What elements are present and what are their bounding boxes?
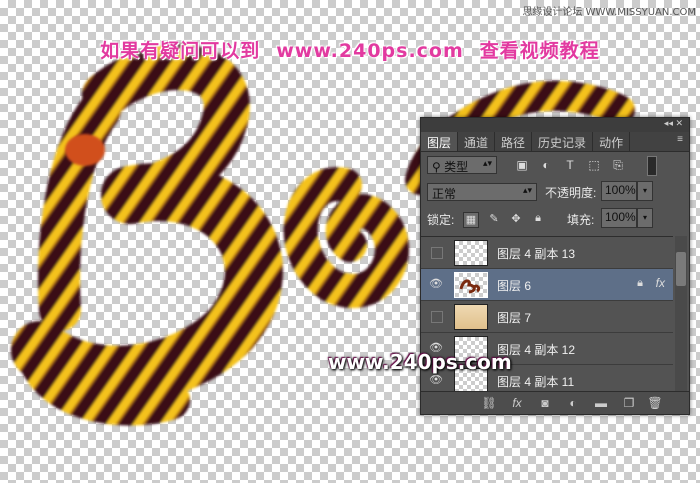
new-layer-icon[interactable]: ❐ xyxy=(621,395,637,411)
lock-pixels-icon[interactable]: ✎ xyxy=(487,212,501,226)
eye-icon[interactable]: 👁︎ xyxy=(429,278,443,290)
panel-menu-icon[interactable]: ≡ xyxy=(671,132,689,151)
adjustment-icon[interactable]: ◐ xyxy=(539,158,553,172)
panel-bottom-toolbar: ⛓ fx ◙ ◐ ▬ ❐ 🗑︎ xyxy=(421,391,689,414)
filter-toggle[interactable] xyxy=(647,156,657,176)
tab-paths[interactable]: 路径 xyxy=(495,132,533,151)
eye-icon[interactable]: 👁︎ xyxy=(429,374,443,386)
folder-icon[interactable]: ▬ xyxy=(593,395,609,411)
adjustment-layer-icon[interactable]: ◐ xyxy=(565,395,581,411)
fx-icon[interactable]: fx xyxy=(509,395,525,411)
link-icon[interactable]: ⛓ xyxy=(481,395,497,411)
lock-all-icon[interactable]: 🔒︎ xyxy=(531,212,545,226)
blend-mode-select[interactable]: 正常 ▴▾ xyxy=(427,183,537,201)
fill-label: 填充: xyxy=(567,213,595,227)
smart-object-icon[interactable]: ⎘ xyxy=(611,158,625,172)
fill-input[interactable]: 100% xyxy=(601,208,637,228)
filter-row: ⚲ 类型 ▴▾ ▣ ◐ T ⬚ ⎘ xyxy=(421,152,689,179)
site-corner-label: 思缘设计论坛 WWW.MISSYUAN.COM xyxy=(522,7,696,18)
layer-name[interactable]: 图层 4 副本 11 xyxy=(497,373,574,390)
select-arrow-icon: ▴▾ xyxy=(522,185,532,195)
panel-tabs: 图层 通道 路径 历史记录 动作 ≡ xyxy=(421,132,689,152)
layers-scrollbar[interactable] xyxy=(675,236,687,392)
banner-right-text: 查看视频教程 xyxy=(479,40,600,62)
shape-icon[interactable]: ⬚ xyxy=(587,158,601,172)
tutorial-banner: 如果有疑问可以到 www.240ps.com 查看视频教程 xyxy=(0,36,700,63)
watermark-url: www.240ps.com xyxy=(328,350,512,374)
layer-name[interactable]: 图层 7 xyxy=(497,309,531,326)
lock-row: 锁定: ▦ ✎ ✥ 🔒︎ 填充: 100% ▾ xyxy=(421,206,689,233)
opacity-input[interactable]: 100% xyxy=(601,181,637,201)
fx-icon[interactable]: fx xyxy=(656,276,665,290)
banner-left-text: 如果有疑问可以到 xyxy=(100,40,261,62)
art-thumbnail-image xyxy=(459,279,481,294)
fill-dropdown-icon[interactable]: ▾ xyxy=(637,208,653,228)
scrollbar-thumb[interactable] xyxy=(676,252,686,286)
tab-channels[interactable]: 通道 xyxy=(458,132,496,151)
image-icon[interactable]: ▣ xyxy=(515,158,529,172)
visibility-toggle-off[interactable] xyxy=(431,247,443,259)
tab-layers[interactable]: 图层 xyxy=(421,132,459,151)
lock-label: 锁定: xyxy=(427,213,455,227)
visibility-toggle-off[interactable] xyxy=(431,311,443,323)
opacity-dropdown-icon[interactable]: ▾ xyxy=(637,181,653,201)
layer-name[interactable]: 图层 6 xyxy=(497,277,531,294)
layer-row[interactable]: 图层 4 副本 13 xyxy=(421,237,673,269)
blend-mode-value: 正常 xyxy=(432,187,457,201)
layer-name[interactable]: 图层 4 副本 13 xyxy=(497,245,575,262)
panel-collapse-icon[interactable]: ◂◂ ✕ xyxy=(664,118,683,129)
lock-icon: 🔒︎ xyxy=(637,277,643,289)
search-icon: ⚲ xyxy=(432,160,445,174)
layer-thumbnail xyxy=(454,240,488,266)
layer-row-selected[interactable]: 👁︎ 图层 6 🔒︎ fx xyxy=(421,269,673,301)
lock-transparent-icon[interactable]: ▦ xyxy=(463,212,479,228)
layer-thumbnail xyxy=(454,304,488,330)
tab-history[interactable]: 历史记录 xyxy=(532,132,594,151)
banner-url[interactable]: www.240ps.com xyxy=(276,40,464,62)
blend-row: 正常 ▴▾ 不透明度: 100% ▾ xyxy=(421,179,689,206)
filter-kind-select[interactable]: ⚲ 类型 ▴▾ xyxy=(427,156,497,174)
opacity-label: 不透明度: xyxy=(545,186,597,200)
lock-position-icon[interactable]: ✥ xyxy=(509,212,523,226)
filter-kind-label: 类型 xyxy=(444,160,469,174)
type-icon[interactable]: T xyxy=(563,158,577,172)
trash-icon[interactable]: 🗑︎ xyxy=(647,395,663,411)
select-arrow-icon: ▴▾ xyxy=(482,158,492,168)
e-spiral-stroke xyxy=(283,167,409,308)
layer-thumbnail xyxy=(454,272,488,298)
layer-row[interactable]: 图层 7 xyxy=(421,301,673,333)
tab-actions[interactable]: 动作 xyxy=(593,132,631,151)
fur-tip-left xyxy=(65,134,105,166)
mask-icon[interactable]: ◙ xyxy=(537,395,553,411)
panel-titlebar[interactable]: ◂◂ ✕ xyxy=(421,118,689,132)
